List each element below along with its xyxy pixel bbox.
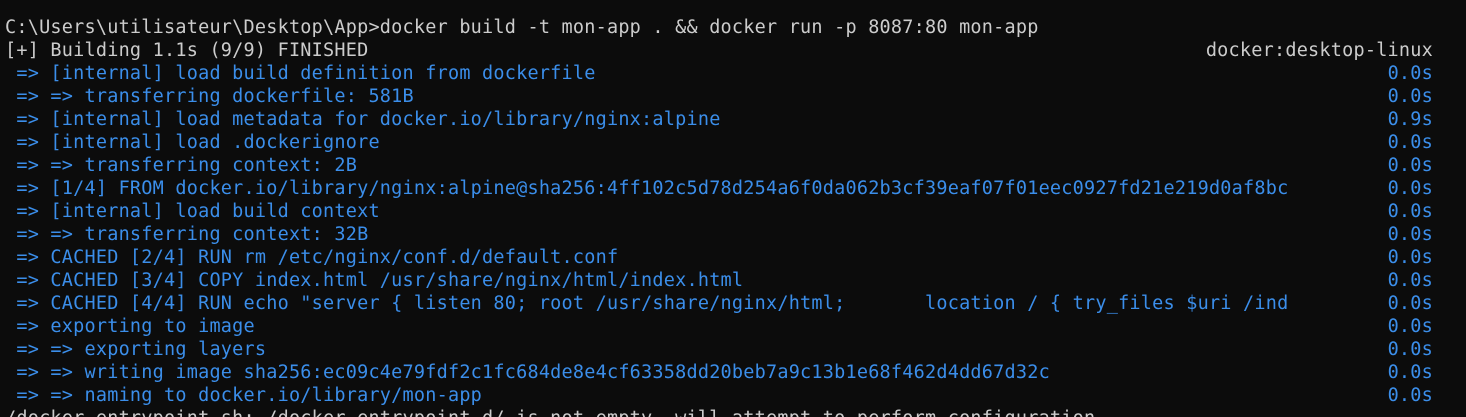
- step-text: => => writing image sha256:ec09c4e79fdf2…: [5, 362, 1050, 383]
- build-step: => exporting to image 0.0s: [5, 315, 1466, 338]
- step-text: => => transferring dockerfile: 581B: [5, 86, 414, 107]
- build-step: => [internal] load metadata for docker.i…: [5, 108, 1466, 131]
- step-time: 0.0s: [1387, 224, 1433, 245]
- build-step: => => transferring context: 2B 0.0s: [5, 154, 1466, 177]
- partial-output-text: /docker-entrypoint.sh: /docker-entrypoin…: [5, 407, 1095, 417]
- step-text: => => exporting layers: [5, 339, 267, 360]
- builder-name: docker:desktop-linux: [1205, 40, 1433, 61]
- step-time: 0.0s: [1387, 339, 1433, 360]
- build-header: [+] Building 1.1s (9/9) FINISHED docker:…: [5, 39, 1466, 62]
- build-step: => [internal] load build definition from…: [5, 62, 1466, 85]
- build-step: => [internal] load build context 0.0s: [5, 200, 1466, 223]
- step-time: 0.0s: [1387, 63, 1433, 84]
- build-status: [+] Building 1.1s (9/9) FINISHED: [5, 40, 369, 61]
- step-time: 0.0s: [1387, 293, 1433, 314]
- build-step: => [1/4] FROM docker.io/library/nginx:al…: [5, 177, 1466, 200]
- build-step: => CACHED [4/4] RUN echo "server { liste…: [5, 292, 1466, 315]
- step-text: => [1/4] FROM docker.io/library/nginx:al…: [5, 178, 1289, 199]
- build-step: => => transferring context: 32B 0.0s: [5, 223, 1466, 246]
- partial-output-line: /docker-entrypoint.sh: /docker-entrypoin…: [5, 407, 1466, 417]
- step-time: 0.0s: [1387, 316, 1433, 337]
- step-text: => exporting to image: [5, 316, 255, 337]
- step-text: => CACHED [3/4] COPY index.html /usr/sha…: [5, 270, 744, 291]
- command-text: C:\Users\utilisateur\Desktop\App>docker …: [5, 17, 1039, 38]
- step-text: => => transferring context: 2B: [5, 155, 358, 176]
- build-step: => CACHED [2/4] RUN rm /etc/nginx/conf.d…: [5, 246, 1466, 269]
- build-step: => => writing image sha256:ec09c4e79fdf2…: [5, 361, 1466, 384]
- step-text: => [internal] load .dockerignore: [5, 132, 380, 153]
- build-step: => [internal] load .dockerignore 0.0s: [5, 131, 1466, 154]
- step-text: => => naming to docker.io/library/mon-ap…: [5, 385, 483, 406]
- step-time: 0.0s: [1387, 178, 1433, 199]
- step-text: => => transferring context: 32B: [5, 224, 369, 245]
- step-time: 0.0s: [1387, 270, 1433, 291]
- step-text: => [internal] load metadata for docker.i…: [5, 109, 721, 130]
- step-time: 0.0s: [1387, 385, 1433, 406]
- step-time: 0.0s: [1387, 132, 1433, 153]
- terminal-window[interactable]: C:\Users\utilisateur\Desktop\App>docker …: [0, 0, 1466, 417]
- step-time: 0.0s: [1387, 362, 1433, 383]
- step-text: => CACHED [2/4] RUN rm /etc/nginx/conf.d…: [5, 247, 619, 268]
- step-time: 0.0s: [1387, 86, 1433, 107]
- step-time: 0.0s: [1387, 201, 1433, 222]
- command-line: C:\Users\utilisateur\Desktop\App>docker …: [5, 16, 1466, 39]
- step-time: 0.9s: [1387, 109, 1433, 130]
- step-text: => [internal] load build definition from…: [5, 63, 596, 84]
- step-text: => CACHED [4/4] RUN echo "server { liste…: [5, 293, 1289, 314]
- build-step: => CACHED [3/4] COPY index.html /usr/sha…: [5, 269, 1466, 292]
- step-time: 0.0s: [1387, 247, 1433, 268]
- step-text: => [internal] load build context: [5, 201, 380, 222]
- build-step: => => exporting layers 0.0s: [5, 338, 1466, 361]
- build-step: => => naming to docker.io/library/mon-ap…: [5, 384, 1466, 407]
- build-step: => => transferring dockerfile: 581B 0.0s: [5, 85, 1466, 108]
- step-time: 0.0s: [1387, 155, 1433, 176]
- terminal-output: C:\Users\utilisateur\Desktop\App>docker …: [5, 16, 1466, 417]
